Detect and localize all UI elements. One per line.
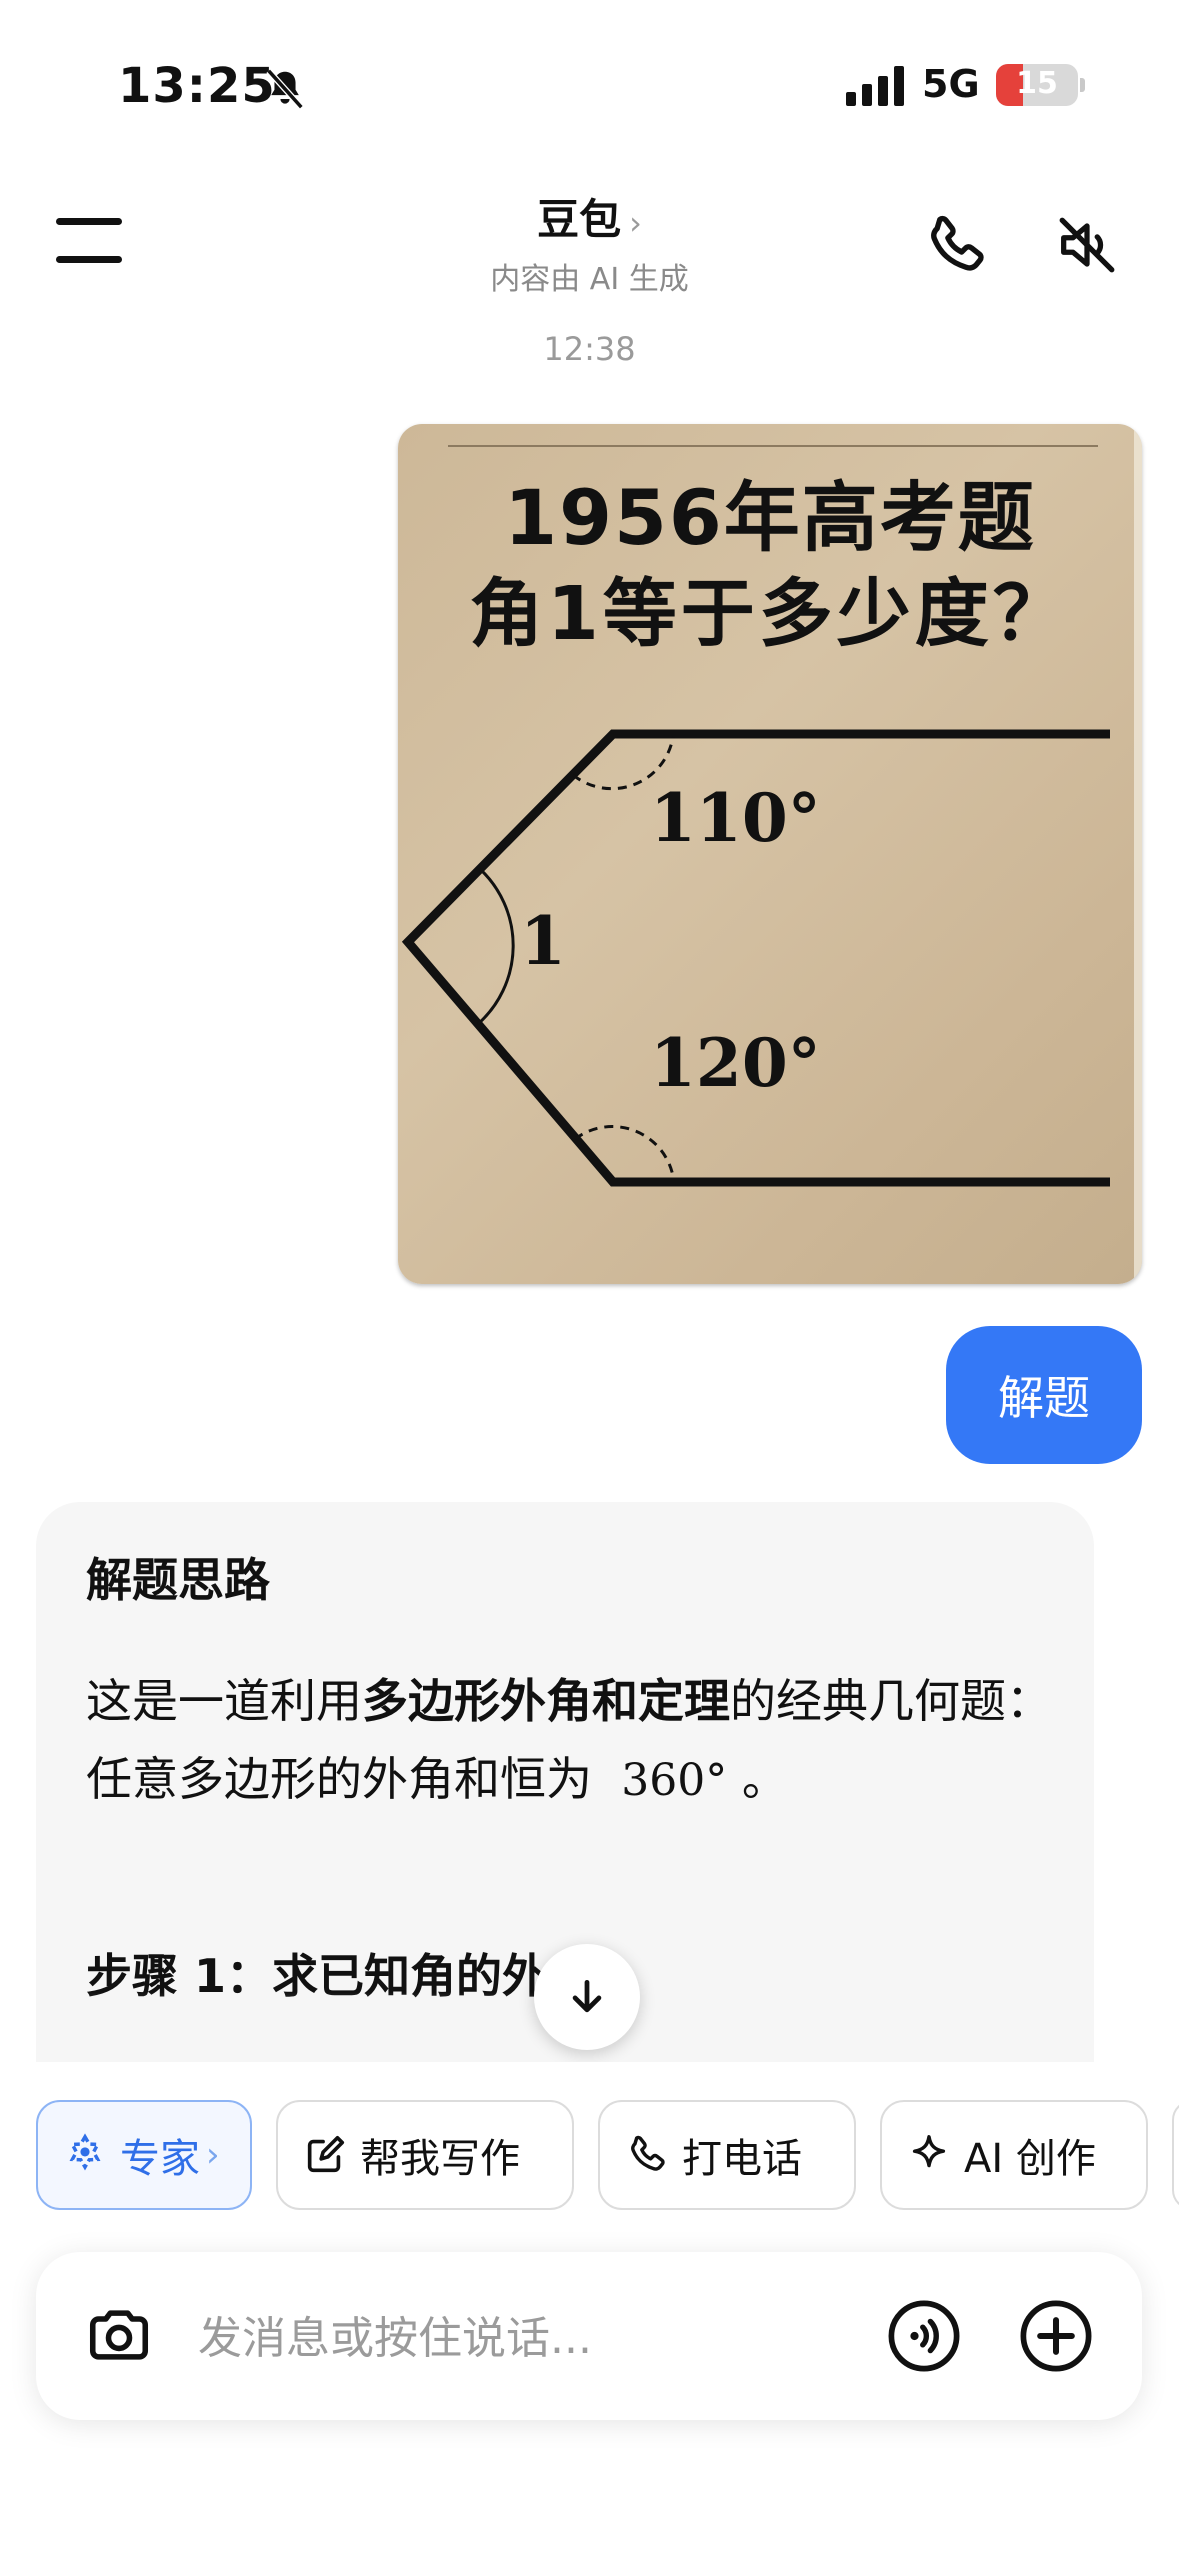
answer-text: 。: [741, 1752, 788, 1806]
scroll-down-button[interactable]: [534, 1944, 640, 2050]
phone-icon: [631, 2135, 665, 2171]
quick-action-label: 打电话: [682, 2136, 802, 2182]
chat-title-button[interactable]: 豆包 ›: [0, 186, 1179, 247]
message-timestamp: 12:38: [543, 330, 636, 368]
status-time: 13:25: [118, 58, 276, 114]
answer-bold-term: 多边形外角和定理: [362, 1674, 730, 1728]
quick-action-label: AI 创作: [964, 2136, 1096, 2182]
arrow-down-icon: [572, 1979, 602, 2013]
voice-icon[interactable]: [886, 2298, 962, 2374]
chevron-right-icon: ›: [629, 204, 642, 242]
answer-paragraph: 这是一道利用多边形外角和定理的经典几何题： 任意多边形的外角和恒为 360° 。: [86, 1662, 1066, 1820]
message-input-bar: [36, 2252, 1142, 2420]
plus-icon[interactable]: [1018, 2298, 1094, 2374]
answer-math: 360°: [621, 1755, 728, 1806]
quick-action-call[interactable]: 打电话: [598, 2100, 856, 2210]
speaker-muted-icon[interactable]: [1052, 210, 1122, 280]
expert-icon: [69, 2133, 101, 2171]
angle-label-top: 110°: [650, 779, 821, 857]
quick-action-more[interactable]: [1172, 2100, 1179, 2210]
chat-title: 豆包: [537, 195, 622, 244]
sparkle-icon: [912, 2135, 946, 2168]
quick-action-write[interactable]: 帮我写作: [276, 2100, 574, 2210]
bell-slash-icon: [266, 68, 304, 110]
answer-text: 任意多边形的外角和恒为: [86, 1752, 592, 1806]
phone-icon[interactable]: [920, 210, 992, 282]
quick-action-label: 帮我写作: [360, 2136, 520, 2182]
answer-text: 这是一道利用: [86, 1674, 362, 1728]
angle-label-1: 1: [520, 902, 566, 980]
quick-action-ai-create[interactable]: AI 创作: [880, 2100, 1148, 2210]
image-title-line2: 角1等于多少度？: [469, 571, 1071, 657]
battery-cap: [1080, 78, 1085, 92]
answer-text: 的经典几何题：: [730, 1674, 1052, 1728]
question-image[interactable]: 1956年高考题 角1等于多少度？ 110° 1 120°: [398, 424, 1142, 1284]
answer-heading: 解题思路: [86, 1553, 270, 1607]
battery-icon: 15: [996, 64, 1078, 106]
network-type: 5G: [922, 62, 980, 106]
chevron-right-icon: ›: [206, 2135, 220, 2175]
ai-generated-note: 内容由 AI 生成: [490, 262, 689, 297]
edit-icon: [307, 2135, 345, 2173]
user-message-bubble[interactable]: 解题: [946, 1326, 1142, 1464]
quick-action-expert[interactable]: 专家 ›: [36, 2100, 252, 2210]
angle-label-bottom: 120°: [650, 1024, 821, 1102]
camera-icon[interactable]: [82, 2300, 156, 2370]
signal-bars-icon: [846, 66, 904, 106]
battery-level: 15: [1016, 66, 1058, 101]
message-input[interactable]: [196, 2292, 700, 2384]
quick-action-label: 专家: [120, 2136, 200, 2182]
image-title-line1: 1956年高考题: [504, 473, 1036, 562]
